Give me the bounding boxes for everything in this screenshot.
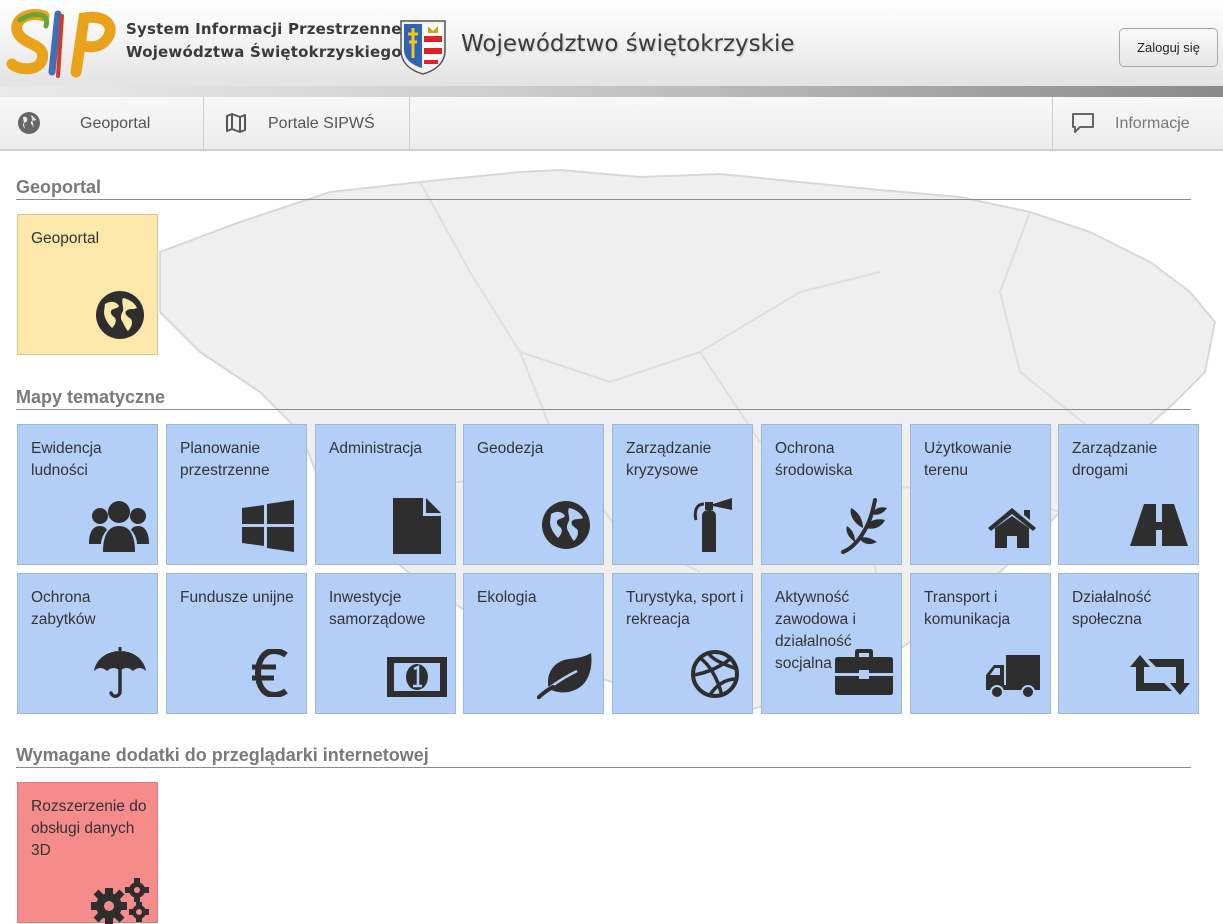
- tile-planowanie-przestrzenne[interactable]: Planowanie przestrzenne: [166, 424, 307, 565]
- fire-extinguisher-icon: [693, 498, 732, 552]
- nav-item-informacje[interactable]: Informacje: [1052, 97, 1223, 149]
- plant-icon: [841, 498, 887, 554]
- comment-icon: [1072, 113, 1094, 133]
- system-name-line2: Województwa Świętokrzyskiego: [126, 43, 402, 61]
- tile-ewidencja-ludnosci[interactable]: Ewidencja ludności: [17, 424, 158, 565]
- tile-dzialalnosc-spoleczna[interactable]: Działalność społeczna: [1058, 573, 1199, 714]
- nav-item-label: Portale SIPWŚ: [268, 115, 375, 132]
- tile-fundusze-unijne[interactable]: Fundusze unijne: [166, 573, 307, 714]
- tile-label: Inwestycje samorządowe: [329, 589, 426, 628]
- section-title-addons: Wymagane dodatki do przeglądarki interne…: [16, 745, 1191, 768]
- nav-item-portale[interactable]: Portale SIPWŚ: [204, 97, 410, 149]
- globe-americas-icon: [96, 291, 144, 339]
- house-icon: [988, 508, 1036, 548]
- map-icon: [226, 113, 246, 133]
- tile-transport-komunikacja[interactable]: Transport i komunikacja: [910, 573, 1051, 714]
- nav-item-label: Informacje: [1115, 115, 1190, 132]
- tile-rozszerzenie-3d[interactable]: Rozszerzenie do obsługi danych 3D: [17, 782, 158, 924]
- banknote-icon: [387, 657, 447, 697]
- sip-logo-icon: [6, 9, 116, 78]
- tile-label: Administracja: [329, 440, 423, 457]
- tile-label: Działalność społeczna: [1072, 589, 1152, 628]
- section-title-thematic: Mapy tematyczne: [16, 387, 1191, 410]
- tile-zarzadzanie-drogami[interactable]: Zarządzanie drogami: [1058, 424, 1199, 565]
- euro-icon: [252, 649, 288, 697]
- tile-label: Ochrona środowiska: [775, 440, 853, 479]
- tile-label: Zarządzanie kryzysowe: [626, 440, 712, 479]
- leaf-icon: [537, 653, 592, 699]
- globe-americas-icon: [542, 501, 590, 549]
- tile-label: Użytkowanie terenu: [924, 440, 1012, 479]
- tile-label: Ewidencja ludności: [31, 440, 102, 479]
- tile-ochrona-srodowiska[interactable]: Ochrona środowiska: [761, 424, 902, 565]
- tile-ochrona-zabytkow[interactable]: Ochrona zabytków: [17, 573, 158, 714]
- tile-label: Ekologia: [477, 589, 537, 606]
- retweet-icon: [1130, 655, 1190, 695]
- road-icon: [1130, 504, 1188, 546]
- tile-administracja[interactable]: Administracja: [315, 424, 456, 565]
- tile-label: Geodezja: [477, 440, 544, 457]
- tile-inwestycje-samorzadowe[interactable]: Inwestycje samorządowe: [315, 573, 456, 714]
- nav-item-geoportal[interactable]: Geoportal: [0, 97, 204, 149]
- tile-label: Planowanie przestrzenne: [180, 440, 270, 479]
- section-title-geoportal: Geoportal: [16, 177, 1191, 200]
- region-title: Województwo świętokrzyskie: [461, 31, 795, 57]
- windows-icon: [242, 500, 294, 552]
- tile-label: Rozszerzenie do obsługi danych 3D: [31, 798, 147, 859]
- tile-zarzadzanie-kryzysowe[interactable]: Zarządzanie kryzysowe: [612, 424, 753, 565]
- users-icon: [89, 501, 149, 552]
- tile-label: Turystyka, sport i rekreacja: [626, 589, 744, 628]
- tile-label: Zarządzanie drogami: [1072, 440, 1158, 479]
- main-navigation: Geoportal Portale SIPWŚ Informacje: [0, 97, 1223, 151]
- tile-aktywnosc-zawodowa[interactable]: Aktywność zawodowa i działalność socjaln…: [761, 573, 902, 714]
- tile-ekologia[interactable]: Ekologia: [463, 573, 604, 714]
- tile-label: Ochrona zabytków: [31, 589, 96, 628]
- tile-label: Geoportal: [31, 230, 100, 247]
- briefcase-icon: [835, 649, 893, 695]
- coat-of-arms-icon: [400, 20, 446, 75]
- tile-label: Transport i komunikacja: [924, 589, 1011, 628]
- truck-icon: [986, 655, 1040, 699]
- system-name-line1: System Informacji Przestrzennej: [126, 20, 407, 38]
- tile-geodezja[interactable]: Geodezja: [463, 424, 604, 565]
- gears-icon: [91, 878, 149, 924]
- header-strip: [0, 86, 1223, 97]
- nav-item-label: Geoportal: [80, 115, 151, 132]
- tile-label: Fundusze unijne: [180, 589, 294, 606]
- tile-geoportal[interactable]: Geoportal: [17, 214, 158, 355]
- tile-turystyka-sport-rekreacja[interactable]: Turystyka, sport i rekreacja: [612, 573, 753, 714]
- app-header: System Informacji Przestrzennej Wojewódz…: [0, 0, 1223, 88]
- tile-uzytkowanie-terenu[interactable]: Użytkowanie terenu: [910, 424, 1051, 565]
- globe-icon: [18, 112, 40, 134]
- umbrella-icon: [94, 647, 146, 698]
- document-icon: [393, 498, 441, 554]
- ball-icon: [691, 650, 739, 698]
- login-button[interactable]: Zaloguj się: [1119, 28, 1218, 67]
